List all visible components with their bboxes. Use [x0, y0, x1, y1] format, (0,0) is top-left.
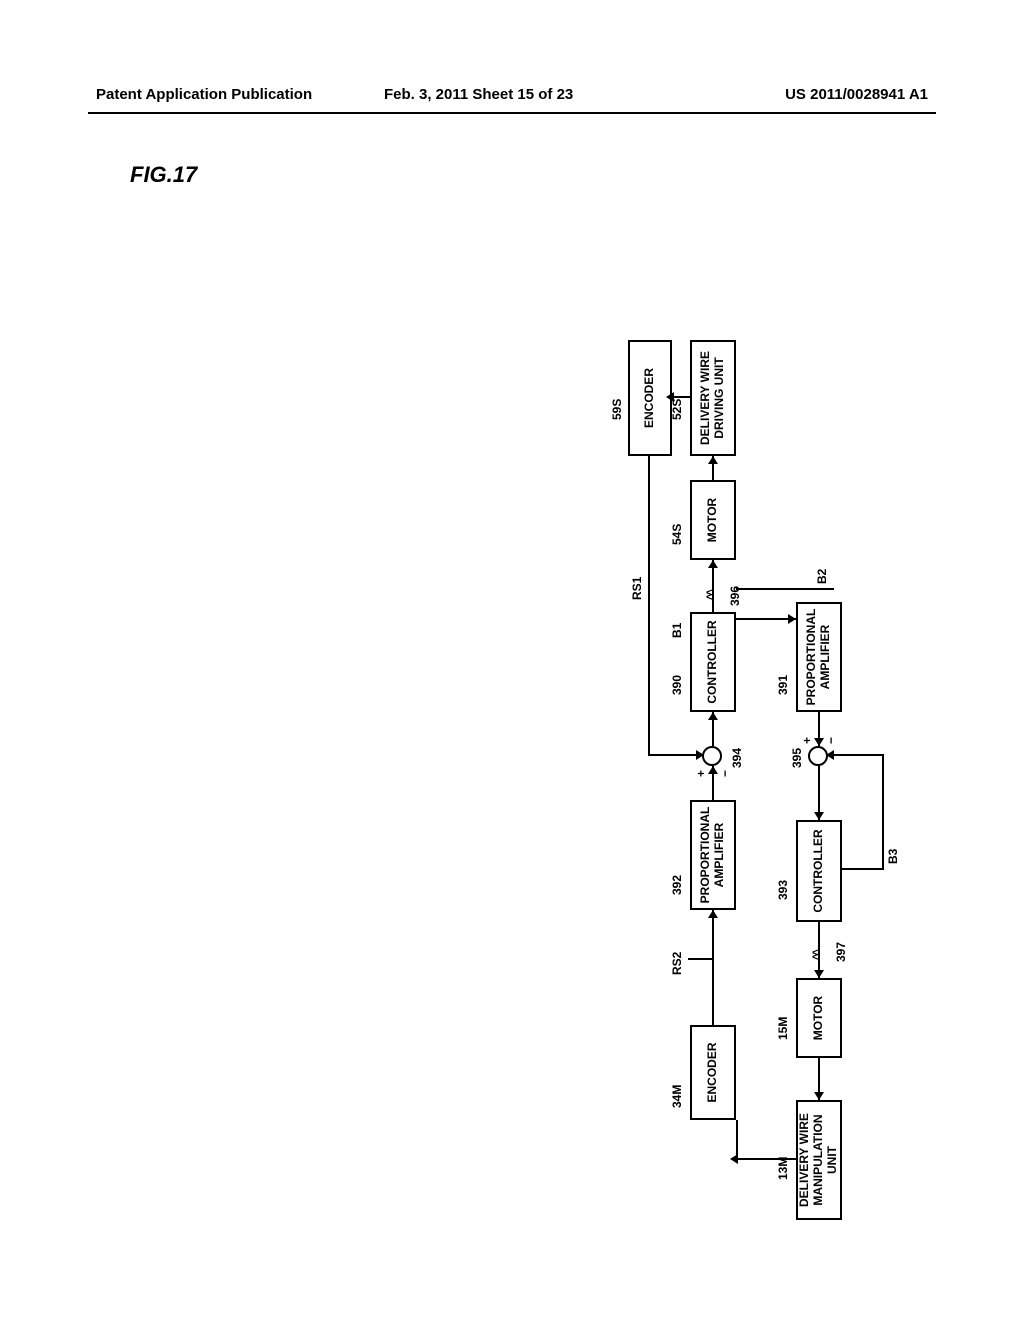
header-right: US 2011/0028941 A1	[785, 86, 928, 103]
ref-54s: 54S	[670, 524, 684, 545]
rs2-tick	[688, 958, 712, 960]
arrow-into-52s	[708, 456, 718, 464]
ref-391: 391	[776, 675, 790, 695]
ref-rs1: RS1	[630, 577, 644, 600]
arrow-into-13m	[814, 1092, 824, 1100]
figure-title: FIG.17	[130, 162, 197, 188]
ref-394: 394	[730, 748, 744, 768]
ref-397: 397	[834, 942, 848, 962]
wire-b3-across	[882, 756, 884, 870]
arrow-b3-into-395	[826, 750, 834, 760]
header-left: Patent Application Publication	[96, 86, 312, 103]
wire-13m-to-34m-h	[736, 1120, 738, 1160]
ref-b1: B1	[670, 623, 684, 638]
wire-b2-down	[736, 588, 834, 590]
delwire-drive-52s: DELIVERY WIRE DRIVING UNIT	[690, 340, 736, 456]
arrow-into-394	[708, 766, 718, 774]
sum395-plus: +	[800, 737, 814, 744]
wire-b1-down	[736, 618, 796, 620]
arrow-into-15m	[814, 970, 824, 978]
ref-392: 392	[670, 875, 684, 895]
header-rule	[88, 112, 936, 114]
header-mid: Feb. 3, 2011 Sheet 15 of 23	[384, 86, 573, 103]
sum-395	[808, 746, 828, 766]
propamp-392: PROPORTIONAL AMPLIFIER	[690, 800, 736, 910]
ref-b3: B3	[886, 849, 900, 864]
motor-54s: MOTOR	[690, 480, 736, 560]
encoder-34m: ENCODER	[690, 1025, 736, 1120]
caret-396: ˄˄	[704, 591, 716, 600]
controller-390: CONTROLLER	[690, 612, 736, 712]
ref-395: 395	[790, 748, 804, 768]
controller-393: CONTROLLER	[796, 820, 842, 922]
ref-rs2: RS2	[670, 952, 684, 975]
ref-b2: B2	[815, 569, 829, 584]
wire-b3-up	[828, 754, 884, 756]
arrow-into-59s	[666, 392, 674, 402]
wire-b3-down	[842, 868, 884, 870]
propamp-391: PROPORTIONAL AMPLIFIER	[796, 602, 842, 712]
wire-13m-to-34m	[736, 1158, 796, 1160]
ref-390: 390	[670, 675, 684, 695]
sum394-plus: +	[694, 770, 708, 777]
arrow-rs1-into-394	[696, 750, 704, 760]
ref-34m: 34M	[670, 1085, 684, 1108]
caret-397: ˄˄	[810, 951, 822, 960]
wire-rs1-top	[648, 456, 650, 756]
sum394-minus: −	[718, 770, 732, 777]
delwire-manip-13m: DELIVERY WIRE MANIPULATION UNIT	[796, 1100, 842, 1220]
ref-59s: 59S	[610, 399, 624, 420]
arrow-into-393	[814, 812, 824, 820]
ref-393: 393	[776, 880, 790, 900]
motor-15m: MOTOR	[796, 978, 842, 1058]
arrow-into-391	[788, 614, 796, 624]
ref-15m: 15M	[776, 1017, 790, 1040]
wire-52s-to-59s	[672, 396, 690, 398]
arrow-into-395	[814, 738, 824, 746]
wire-34m-to-392	[712, 910, 714, 1025]
sum395-minus: −	[824, 737, 838, 744]
arrow-into-392	[708, 910, 718, 918]
ref-13m: 13M	[776, 1157, 790, 1180]
block-diagram: ENCODER 34M RS2 PROPORTIONAL AMPLIFIER 3…	[650, 340, 990, 1120]
arrow-into-54s	[708, 560, 718, 568]
sum-394	[702, 746, 722, 766]
arrow-into-390	[708, 712, 718, 720]
